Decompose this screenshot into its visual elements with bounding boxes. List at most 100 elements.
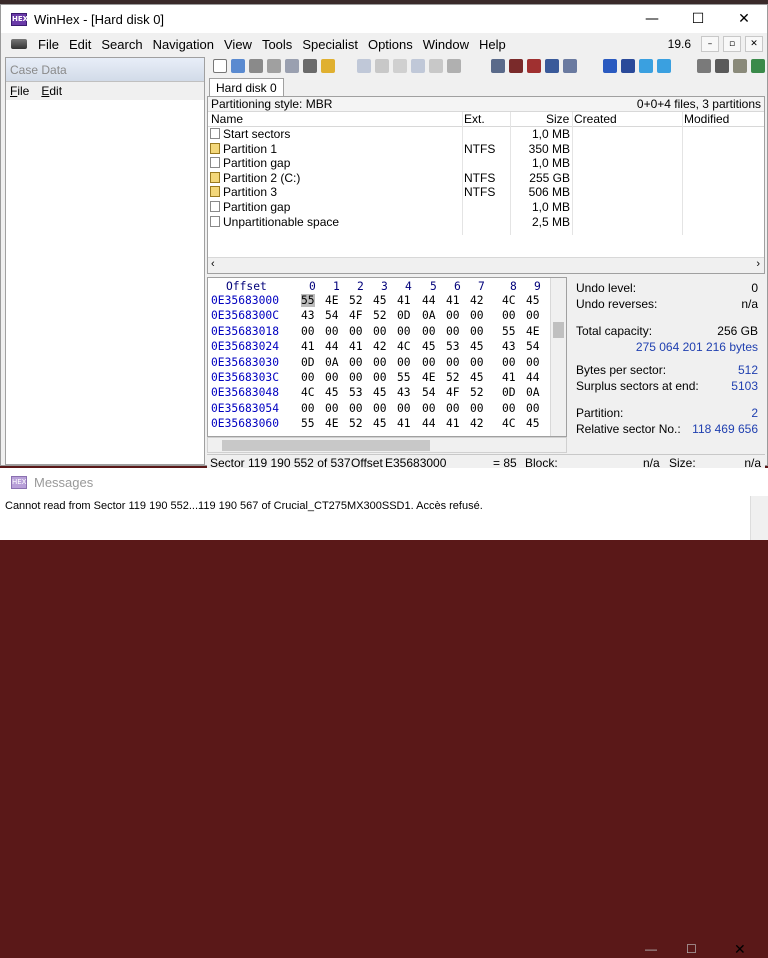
hex-row[interactable]: 0E35683000 55 4E 52 45 41 44 41 42 4C 45 [208,294,566,309]
hex-rows[interactable]: 0E35683000 55 4E 52 45 41 44 41 42 4C 45 0E3568300C… [208,294,566,433]
disk-clone-icon[interactable] [733,59,747,73]
hex-byte[interactable]: 00 [325,325,339,338]
menu-specialist[interactable]: Specialist [297,37,363,52]
copy-icon[interactable] [375,59,389,73]
hex-byte[interactable]: 4C [502,294,516,307]
scroll-left-icon[interactable]: ‹ [211,258,215,270]
mdi-minimize-button[interactable]: – [701,36,719,52]
file-row[interactable]: Partition gap 1,0 MB [208,200,764,215]
hex-byte[interactable]: 00 [349,356,363,369]
hex-row[interactable]: 0E35683054 00 00 00 00 00 00 00 00 00 00 [208,402,566,417]
open-icon[interactable] [231,59,245,73]
hex-byte[interactable]: 00 [301,402,315,415]
hex-byte[interactable]: 52 [470,386,484,399]
hex-byte[interactable]: 00 [422,356,436,369]
hex-scroll-thumb[interactable] [553,322,564,338]
messages-close-button[interactable]: ✕ [734,941,746,958]
hex-byte[interactable]: 00 [470,309,484,322]
menu-search[interactable]: Search [96,37,147,52]
hex-byte[interactable]: 00 [446,402,460,415]
hex-byte[interactable]: 45 [325,386,339,399]
hex-byte[interactable]: 00 [301,325,315,338]
hex-byte[interactable]: 41 [446,294,460,307]
hex-byte[interactable]: 4E [325,417,339,430]
hex-byte[interactable]: 44 [325,340,339,353]
print-icon[interactable] [267,59,281,73]
hex-byte[interactable]: 44 [526,371,540,384]
search-hex-icon[interactable] [527,59,541,73]
hex-byte[interactable]: 52 [349,294,363,307]
hex-byte[interactable]: 45 [526,294,540,307]
hex-byte[interactable]: 54 [422,386,436,399]
file-row[interactable]: Start sectors 1,0 MB [208,127,764,142]
hex-byte[interactable]: 00 [422,325,436,338]
file-list-hscrollbar[interactable]: ‹ › [208,257,764,273]
hex-byte[interactable]: 44 [422,417,436,430]
file-row[interactable]: Partition 1 NTFS 350 MB [208,142,764,157]
back-arrow-icon[interactable] [639,59,653,73]
hex-byte[interactable]: 00 [446,309,460,322]
hex-byte[interactable]: 45 [470,371,484,384]
hex-byte[interactable]: 00 [325,402,339,415]
hex-byte[interactable]: 45 [422,340,436,353]
hex-byte[interactable]: 00 [373,371,387,384]
hex-byte[interactable]: 00 [470,356,484,369]
hex-byte[interactable]: 43 [502,340,516,353]
disk-menu-icon[interactable] [11,39,27,49]
hex-byte[interactable]: 00 [526,309,540,322]
menu-view[interactable]: View [219,37,257,52]
goto-offset-icon[interactable] [603,59,617,73]
hex-byte[interactable]: 44 [422,294,436,307]
hex-row[interactable]: 0E3568300C 43 54 4F 52 0D 0A 00 00 00 00 [208,309,566,324]
hex-byte[interactable]: 0A [526,386,540,399]
hex-byte[interactable]: 00 [502,309,516,322]
ram-editor-icon[interactable] [715,59,729,73]
hex-row[interactable]: 0E35683030 0D 0A 00 00 00 00 00 00 00 00 [208,356,566,371]
hex-byte[interactable]: 4C [301,386,315,399]
tab-hard-disk-0[interactable]: Hard disk 0 [209,78,284,96]
hex-row[interactable]: 0E35683048 4C 45 53 45 43 54 4F 52 0D 0A [208,386,566,401]
new-file-icon[interactable] [213,59,227,73]
undo-icon[interactable] [357,59,371,73]
hex-byte[interactable]: 42 [470,294,484,307]
mdi-restore-button[interactable]: ▫ [723,36,741,52]
hex-row[interactable]: 0E35683018 00 00 00 00 00 00 00 00 55 4E [208,325,566,340]
hex-byte[interactable]: 0D [397,309,411,322]
hex-row[interactable]: 0E3568303C 00 00 00 00 55 4E 52 45 41 44 [208,371,566,386]
hex-byte[interactable]: 4E [422,371,436,384]
hex-byte[interactable]: 00 [446,356,460,369]
goto-sector-icon[interactable] [621,59,635,73]
hex-byte[interactable]: 45 [526,417,540,430]
hex-byte[interactable]: 0A [325,356,339,369]
hex-byte[interactable]: 52 [349,417,363,430]
save-icon[interactable] [249,59,263,73]
hex-byte[interactable]: 4E [325,294,339,307]
hex-byte[interactable]: 42 [470,417,484,430]
hex-byte[interactable]: 00 [325,371,339,384]
hex-byte[interactable]: 55 [502,325,516,338]
hex-byte[interactable]: 00 [446,325,460,338]
hex-byte[interactable]: 00 [470,402,484,415]
menu-tools[interactable]: Tools [257,37,297,52]
hex-byte[interactable]: 55 [301,294,315,307]
hex-byte[interactable]: 00 [526,356,540,369]
hex-row[interactable]: 0E35683024 41 44 41 42 4C 45 53 45 43 54 [208,340,566,355]
hex-byte[interactable]: 00 [422,402,436,415]
find-hex-icon[interactable] [509,59,523,73]
hex-byte[interactable]: 41 [349,340,363,353]
hex-byte[interactable]: 00 [502,356,516,369]
disk-tool-icon[interactable] [303,59,317,73]
hex-byte[interactable]: 45 [373,294,387,307]
hex-byte[interactable]: 41 [502,371,516,384]
messages-minimize-button[interactable]: — [645,942,657,956]
minimize-button[interactable]: — [629,5,675,33]
menu-options[interactable]: Options [363,37,418,52]
file-row[interactable]: Partition 3 NTFS 506 MB [208,185,764,200]
replace-hex-icon[interactable] [563,59,577,73]
scroll-right-icon[interactable]: › [756,258,760,270]
hex-byte[interactable]: 4C [397,340,411,353]
hex-byte[interactable]: 53 [349,386,363,399]
find-text-icon[interactable] [491,59,505,73]
hex-byte[interactable]: 00 [397,402,411,415]
hex-byte[interactable]: 42 [373,340,387,353]
